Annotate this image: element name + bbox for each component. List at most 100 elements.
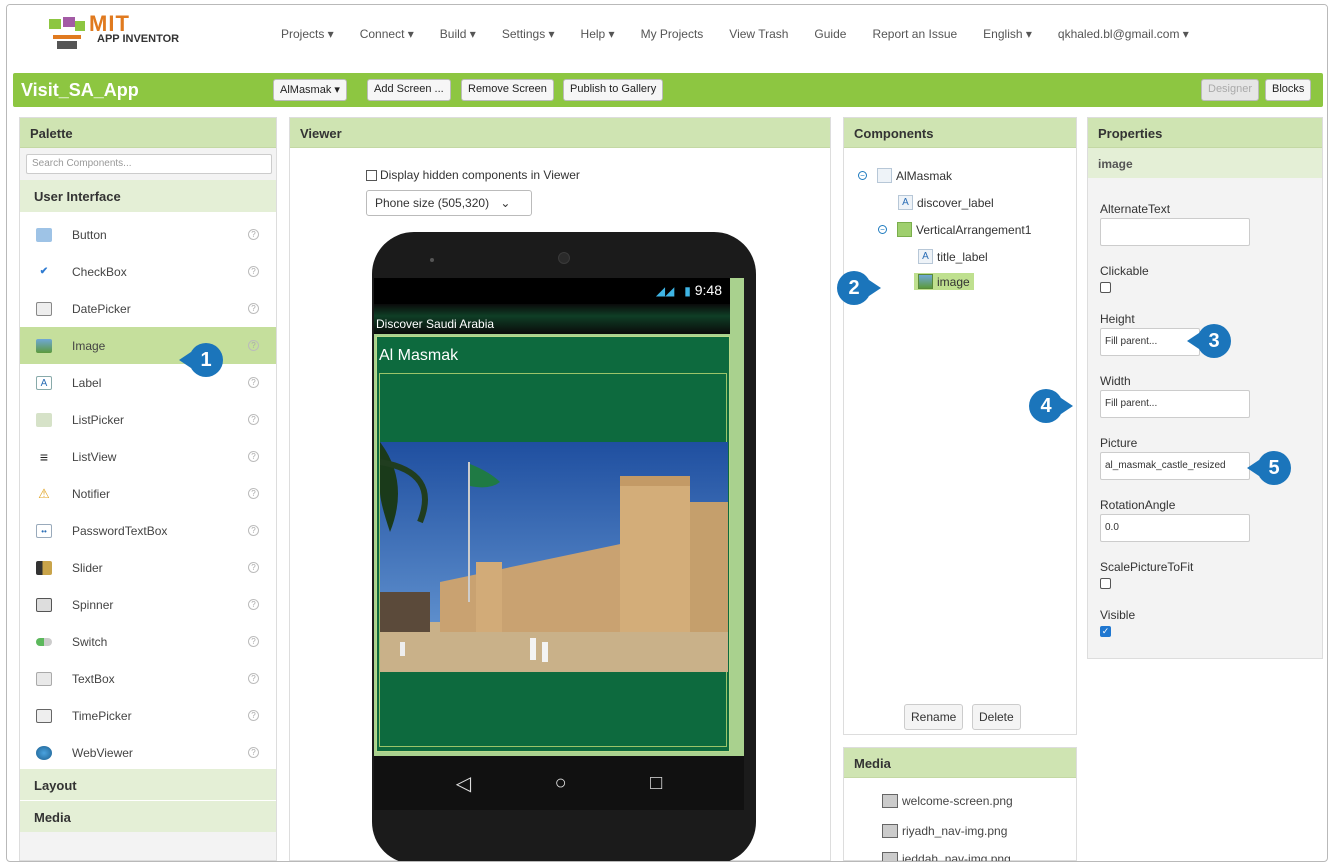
publish-gallery-button[interactable]: Publish to Gallery [563,79,664,101]
phone-size-select[interactable]: Phone size (505,320) ⌄ [366,190,532,216]
media-file[interactable]: welcome-screen.png [882,794,1013,808]
palette-item-label: Notifier [72,486,111,501]
palette-item-button[interactable]: Button ? [20,216,276,253]
menu-view-trash[interactable]: View Trash [729,27,788,41]
prop-width-input[interactable]: Fill parent... [1100,390,1250,418]
arrangement-icon [897,222,912,237]
menu-guide[interactable]: Guide [814,27,846,41]
menu-report-issue[interactable]: Report an Issue [872,27,957,41]
palette-section-user-interface[interactable]: User Interface [20,180,276,212]
add-screen-button[interactable]: Add Screen ... [367,79,451,101]
palette-item-image[interactable]: Image ? [20,327,276,364]
status-time: 9:48 [694,282,722,298]
help-icon[interactable]: ? [248,636,259,647]
screen-title: Discover Saudi Arabia [374,304,730,334]
tree-node-vertical-arrangement[interactable]: − VerticalArrangement1 [878,222,1031,237]
palette-item-webviewer[interactable]: WebViewer ? [20,734,276,771]
screen-icon [877,168,892,183]
help-icon[interactable]: ? [248,340,259,351]
prop-rotation-input[interactable]: 0.0 [1100,514,1250,542]
palette-item-passwordtextbox[interactable]: •• PasswordTextBox ? [20,512,276,549]
menu-projects[interactable]: Projects ▾ [281,27,334,41]
vertical-arrangement[interactable]: Al Masmak [376,336,730,752]
status-bar: ◢◢ ▮ 9:48 [374,278,730,304]
palette-section-layout[interactable]: Layout [20,768,276,800]
palette-item-listpicker[interactable]: ListPicker ? [20,401,276,438]
blocks-button[interactable]: Blocks [1265,79,1312,101]
prop-height-input[interactable]: Fill parent... [1100,328,1200,356]
media-file[interactable]: jeddah_nav-img.png [882,852,1011,861]
help-icon[interactable]: ? [248,562,259,573]
palette-search-input[interactable]: Search Components... [26,154,272,174]
help-icon[interactable]: ? [248,525,259,536]
callout-2: 2 [837,271,881,305]
help-icon[interactable]: ? [248,414,259,425]
remove-screen-button[interactable]: Remove Screen [461,79,554,101]
components-panel: Components − AlMasmak A discover_label −… [843,117,1077,735]
help-icon[interactable]: ? [248,673,259,684]
menu-connect[interactable]: Connect ▾ [360,27,414,41]
mit-app-inventor-logo[interactable]: MIT APP INVENTOR [45,11,195,57]
image-icon [918,274,933,289]
textbox-icon [36,671,52,686]
image-file-icon [882,824,898,838]
collapse-icon[interactable]: − [878,225,887,234]
palette-item-datepicker[interactable]: DatePicker ? [20,290,276,327]
help-icon[interactable]: ? [248,303,259,314]
home-icon: ○ [554,771,567,794]
help-icon[interactable]: ? [248,451,259,462]
designer-button[interactable]: Designer [1201,79,1260,101]
menu-my-projects[interactable]: My Projects [641,27,704,41]
prop-picture-label: Picture [1100,436,1138,450]
palette-item-textbox[interactable]: TextBox ? [20,660,276,697]
help-icon[interactable]: ? [248,266,259,277]
palette-item-timepicker[interactable]: TimePicker ? [20,697,276,734]
display-hidden-checkbox[interactable] [366,169,377,181]
al-masmak-photo[interactable] [380,442,728,672]
help-icon[interactable]: ? [248,710,259,721]
callout-4: 4 [1029,389,1073,423]
rename-button[interactable]: Rename [904,704,964,730]
display-hidden-toggle[interactable]: Display hidden components in Viewer [366,168,580,182]
prop-picture-input[interactable]: al_masmak_castle_resized [1100,452,1250,480]
prop-height-label: Height [1100,312,1135,326]
palette-item-label[interactable]: A Label ? [20,364,276,401]
components-title: Components [844,118,1076,148]
prop-clickable-checkbox[interactable] [1100,282,1111,293]
palette-item-switch[interactable]: Switch ? [20,623,276,660]
palette-item-listview[interactable]: ≡ ListView ? [20,438,276,475]
screen-select-button[interactable]: AlMasmak ▾ [273,79,347,101]
prop-alternate-text-input[interactable] [1100,218,1250,246]
viewer-panel: Viewer Display hidden components in View… [289,117,831,861]
tree-node-discover-label[interactable]: A discover_label [898,195,994,210]
help-icon[interactable]: ? [248,747,259,758]
image-container[interactable] [379,373,728,747]
menu-language[interactable]: English ▾ [983,27,1032,41]
palette-section-media[interactable]: Media [20,800,276,832]
prop-visible-checkbox[interactable]: ✓ [1100,626,1111,637]
help-icon[interactable]: ? [248,599,259,610]
tree-node-title-label[interactable]: A title_label [918,249,988,264]
help-icon[interactable]: ? [248,488,259,499]
back-icon: ◁ [455,772,472,795]
delete-button[interactable]: Delete [972,704,1021,730]
media-file[interactable]: riyadh_nav-img.png [882,824,1007,838]
help-icon[interactable]: ? [248,229,259,240]
callout-5: 5 [1247,451,1291,485]
properties-component-name: image [1088,148,1322,178]
palette-item-slider[interactable]: Slider ? [20,549,276,586]
tree-node-image[interactable]: image [914,273,974,290]
tree-node-screen[interactable]: − AlMasmak [858,168,952,183]
collapse-icon[interactable]: − [858,171,867,180]
menu-account[interactable]: qkhaled.bl@gmail.com ▾ [1058,27,1189,41]
menu-settings[interactable]: Settings ▾ [502,27,555,41]
title-label[interactable]: Al Masmak [379,347,458,365]
media-title: Media [844,748,1076,778]
menu-help[interactable]: Help ▾ [581,27,615,41]
palette-item-notifier[interactable]: ⚠ Notifier ? [20,475,276,512]
palette-item-checkbox[interactable]: ✔ CheckBox ? [20,253,276,290]
palette-item-spinner[interactable]: Spinner ? [20,586,276,623]
help-icon[interactable]: ? [248,377,259,388]
prop-scale-checkbox[interactable] [1100,578,1111,589]
menu-build[interactable]: Build ▾ [440,27,476,41]
